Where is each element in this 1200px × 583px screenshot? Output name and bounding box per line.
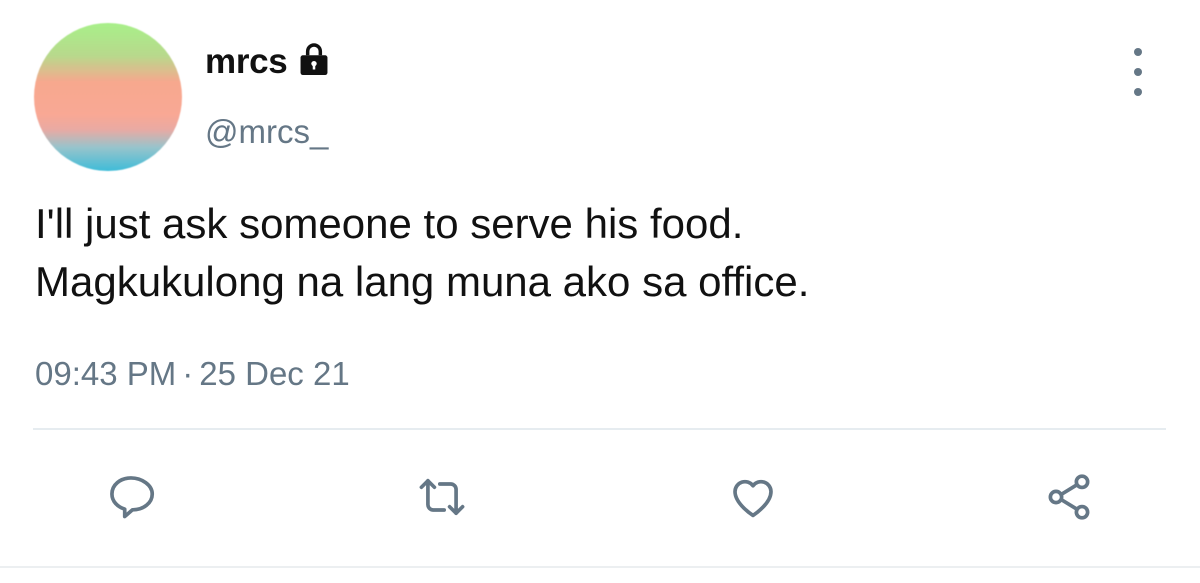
heart-icon [733, 479, 773, 518]
user-handle[interactable]: @mrcs_ [205, 113, 328, 151]
tweet-text: I'll just ask someone to serve his food.… [35, 200, 810, 305]
timestamp-separator: · [182, 355, 194, 392]
like-button[interactable] [718, 462, 788, 532]
speech-bubble-icon [110, 476, 155, 519]
share-icon [1048, 474, 1090, 520]
reply-button[interactable] [96, 462, 166, 532]
ellipsis-dot [1134, 88, 1142, 96]
tweet-card: mrcs @mrcs_ I'll just ask someone to ser… [0, 0, 1200, 583]
share-button[interactable] [1034, 462, 1104, 532]
ellipsis-dot [1134, 68, 1142, 76]
tweet-time: 09:43 PM [35, 355, 177, 392]
tweet-date: 25 Dec 21 [199, 355, 350, 392]
retweet-button[interactable] [407, 462, 477, 532]
more-options-button[interactable] [1120, 48, 1156, 96]
user-name-row[interactable]: mrcs [205, 42, 333, 82]
vertical-ellipsis-icon [1134, 48, 1142, 56]
lock-icon [295, 41, 333, 79]
avatar[interactable] [34, 23, 182, 171]
bottom-divider [0, 566, 1200, 568]
action-bar [0, 462, 1200, 532]
tweet-timestamp[interactable]: 09:43 PM · 25 Dec 21 [35, 355, 350, 393]
divider [33, 428, 1166, 430]
retweet-icon [419, 478, 465, 516]
display-name[interactable]: mrcs [205, 42, 288, 82]
